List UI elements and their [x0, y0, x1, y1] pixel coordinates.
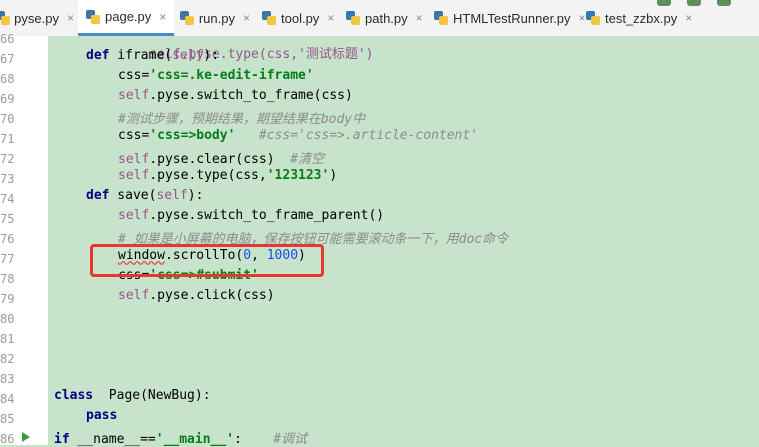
close-icon[interactable]: ×: [579, 11, 586, 25]
code-token: self: [172, 48, 204, 63]
highlight-annotation-box: [90, 244, 324, 277]
code-line-73: self.pyse.type(css,'123123'): [118, 168, 337, 183]
code-line-72: self.pyse.clear(css) #清空: [118, 148, 324, 167]
code-line-79: self.pyse.click(css): [118, 288, 275, 303]
line-number: 79: [0, 292, 15, 306]
debug-icon[interactable]: [687, 0, 701, 6]
close-icon[interactable]: ×: [243, 11, 250, 25]
line-number: 81: [0, 332, 15, 346]
code-token: iframe(: [109, 48, 173, 63]
line-number: 85: [0, 412, 15, 426]
editor-tab-bar: pyse.py × page.py × run.py × tool.py × p…: [0, 0, 759, 37]
line-number: 67: [0, 52, 15, 66]
line-number: 72: [0, 152, 15, 166]
line-number: 83: [0, 372, 15, 386]
close-icon[interactable]: ×: [327, 11, 334, 25]
code-token: self: [118, 168, 150, 183]
code-token: ):: [203, 48, 220, 63]
line-number: 80: [0, 312, 15, 326]
line-number: 82: [0, 352, 15, 366]
close-icon[interactable]: ×: [159, 10, 166, 24]
close-icon[interactable]: ×: [67, 11, 74, 25]
code-token: .pyse.clear(css): [149, 152, 291, 167]
code-line-70: #测试步骤，预期结果，期望结果在body中: [118, 108, 365, 127]
code-token: self: [156, 188, 188, 203]
code-line-84: class Page(NewBug):: [54, 388, 211, 403]
line-number: 74: [0, 192, 15, 206]
line-number: 78: [0, 272, 15, 286]
code-token: 'css=.ke-edit-iframe': [149, 68, 314, 83]
code-token: self: [118, 152, 150, 167]
python-file-icon: [346, 11, 360, 25]
code-line-74: def save(self):: [86, 188, 203, 203]
run-main-icon[interactable]: [22, 432, 30, 442]
line-number: 75: [0, 212, 15, 226]
code-token: ):: [187, 188, 204, 203]
code-line-67: def iframe(self):: [86, 48, 219, 63]
code-token: Page(NewBug):: [93, 388, 211, 403]
python-file-icon: [262, 11, 276, 25]
python-file-icon: [586, 11, 600, 25]
code-token: self: [118, 208, 150, 223]
close-icon[interactable]: ×: [685, 11, 692, 25]
tab-label: tool.py: [281, 10, 320, 26]
line-number: 70: [0, 112, 15, 126]
python-file-icon: [86, 9, 100, 24]
tab-label: page.py: [105, 9, 152, 24]
line-number: 84: [0, 392, 15, 406]
code-token: #css='css=>.article-content': [235, 128, 479, 143]
python-file-icon: [0, 11, 10, 25]
code-token: #清空: [290, 152, 325, 167]
line-number: 69: [0, 92, 15, 106]
code-line-75: self.pyse.switch_to_frame_parent(): [118, 208, 384, 223]
code-token: def: [86, 48, 110, 63]
tab-label: pyse.py: [14, 10, 59, 26]
code-line-85: pass: [86, 408, 117, 423]
python-file-icon: [180, 11, 194, 25]
code-token: #测试步骤，预期结果，期望结果在body中: [118, 112, 366, 127]
run-icon[interactable]: [657, 0, 671, 6]
tab-label: run.py: [198, 10, 235, 26]
code-line-68: css='css=.ke-edit-iframe': [118, 68, 314, 83]
tab-label: test_zzbx.py: [605, 10, 678, 26]
close-icon[interactable]: ×: [416, 11, 423, 25]
code-token: pass: [86, 408, 118, 423]
code-token: .pyse.switch_to_frame(css): [149, 88, 353, 103]
code-token: .pyse.type(css,: [149, 168, 267, 183]
code-token: self: [118, 88, 150, 103]
code-token: 'css=>body': [149, 128, 236, 143]
line-number: 76: [0, 232, 15, 246]
code-token: self: [118, 288, 150, 303]
code-token: css=: [118, 128, 150, 143]
tab-label: path.py: [365, 10, 408, 26]
line-number: 73: [0, 172, 15, 186]
code-line-71: css='css=>body' #css='css=>.article-cont…: [118, 128, 478, 143]
line-number: 66: [0, 32, 15, 46]
code-token: class: [54, 388, 94, 403]
line-number: 77: [0, 252, 15, 266]
tab-label: HTMLTestRunner.py: [453, 10, 571, 26]
tab-htmltestrunner[interactable]: HTMLTestRunner.py ×: [434, 0, 594, 36]
code-token: css=: [118, 68, 150, 83]
python-file-icon: [434, 11, 448, 25]
code-editor[interactable]: self.pyse.type(css,'测试标题') def iframe(se…: [48, 36, 759, 447]
code-token: def: [86, 188, 110, 203]
code-token: ): [329, 168, 338, 183]
code-line-86: if __name__=='__main__': #调试: [54, 428, 307, 447]
line-number: 71: [0, 132, 15, 146]
tab-pyse[interactable]: pyse.py ×: [0, 0, 74, 36]
code-token: .pyse.click(css): [149, 288, 275, 303]
line-number: 68: [0, 72, 15, 86]
code-token: save(: [109, 188, 157, 203]
toolbar-icons: [649, 0, 759, 8]
line-number: 86: [0, 432, 15, 446]
code-token: '123123': [266, 168, 330, 183]
code-token: .pyse.switch_to_frame_parent(): [149, 208, 385, 223]
coverage-icon[interactable]: [717, 0, 731, 6]
code-line-69: self.pyse.switch_to_frame(css): [118, 88, 353, 103]
